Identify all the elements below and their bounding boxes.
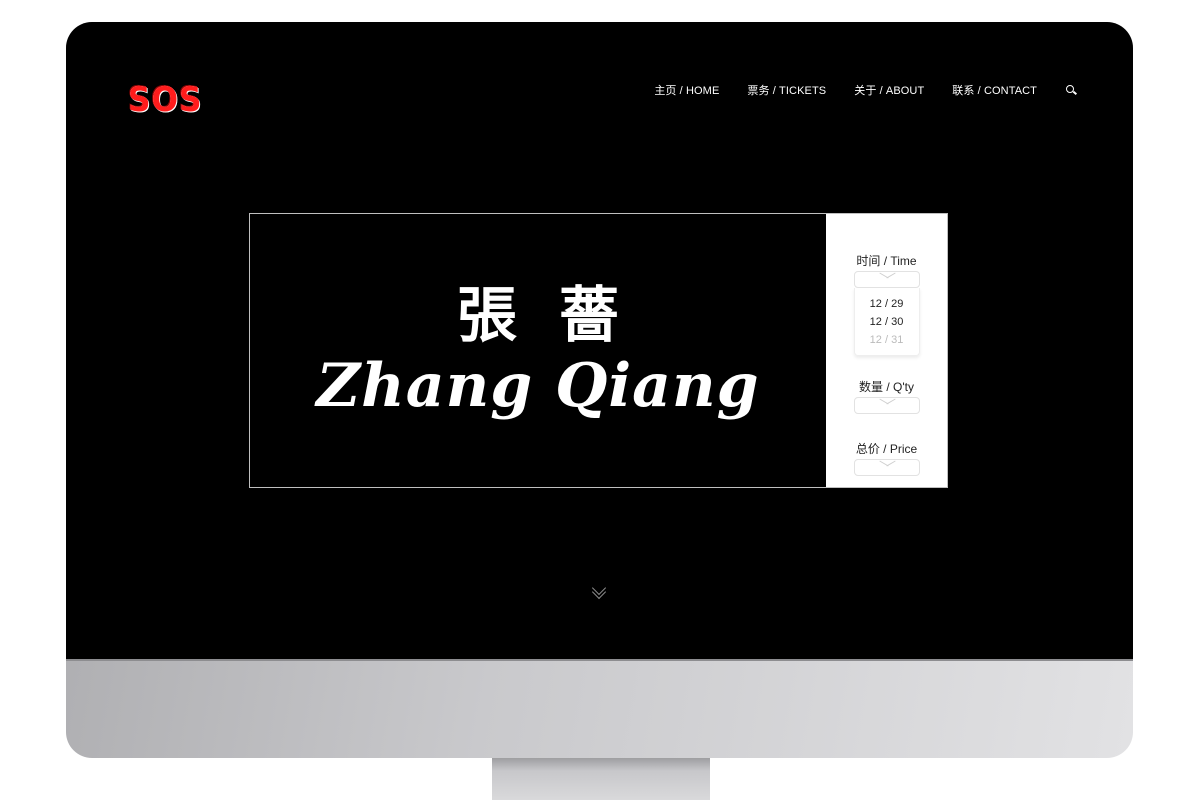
chevron-down-icon	[879, 273, 895, 281]
monitor-stand	[492, 758, 710, 800]
artist-name-chinese: 張薔	[457, 280, 661, 351]
quantity-select[interactable]	[853, 397, 920, 414]
time-option-1230[interactable]: 12 / 30	[870, 313, 904, 331]
nav-tickets-link[interactable]: 票务 / TICKETS	[747, 82, 826, 98]
quantity-label: 数量 / Q'ty	[859, 380, 914, 394]
main-nav: 主页 / HOME 票务 / TICKETS 关于 / ABOUT 联系 / C…	[654, 82, 1079, 98]
nav-contact-link[interactable]: 联系 / CONTACT	[952, 82, 1037, 98]
time-dropdown-list: 12 / 29 12 / 30 12 / 31	[853, 288, 920, 356]
nav-about-link[interactable]: 关于 / ABOUT	[854, 82, 924, 98]
ticket-panel: 时间 / Time 12 / 29 12 / 30 12 / 31 数量 / Q…	[826, 214, 947, 487]
price-select[interactable]	[853, 459, 920, 476]
hero-card: 張薔 Zhang Qiang 时间 / Time 12 / 29 12 / 30…	[249, 213, 948, 488]
chevron-down-icon	[879, 461, 895, 469]
artist-name-english: Zhang Qiang	[316, 350, 760, 421]
nav-home-link[interactable]: 主页 / HOME	[654, 82, 719, 98]
search-icon[interactable]	[1065, 83, 1079, 97]
time-option-1229[interactable]: 12 / 29	[870, 295, 904, 313]
chevron-down-icon	[879, 399, 895, 407]
double-chevron-down-icon[interactable]	[591, 580, 607, 600]
monitor-frame: SOS 主页 / HOME 票务 / TICKETS 关于 / ABOUT 联系…	[66, 22, 1133, 758]
artist-banner: 張薔 Zhang Qiang	[250, 214, 826, 487]
website-screen: SOS 主页 / HOME 票务 / TICKETS 关于 / ABOUT 联系…	[66, 22, 1133, 659]
price-label: 总价 / Price	[855, 442, 918, 456]
time-select[interactable]	[853, 271, 920, 288]
site-logo[interactable]: SOS	[128, 80, 202, 120]
monitor-chin-edge	[66, 659, 1133, 661]
time-label: 时间 / Time	[856, 254, 917, 268]
time-option-1231[interactable]: 12 / 31	[870, 331, 904, 349]
